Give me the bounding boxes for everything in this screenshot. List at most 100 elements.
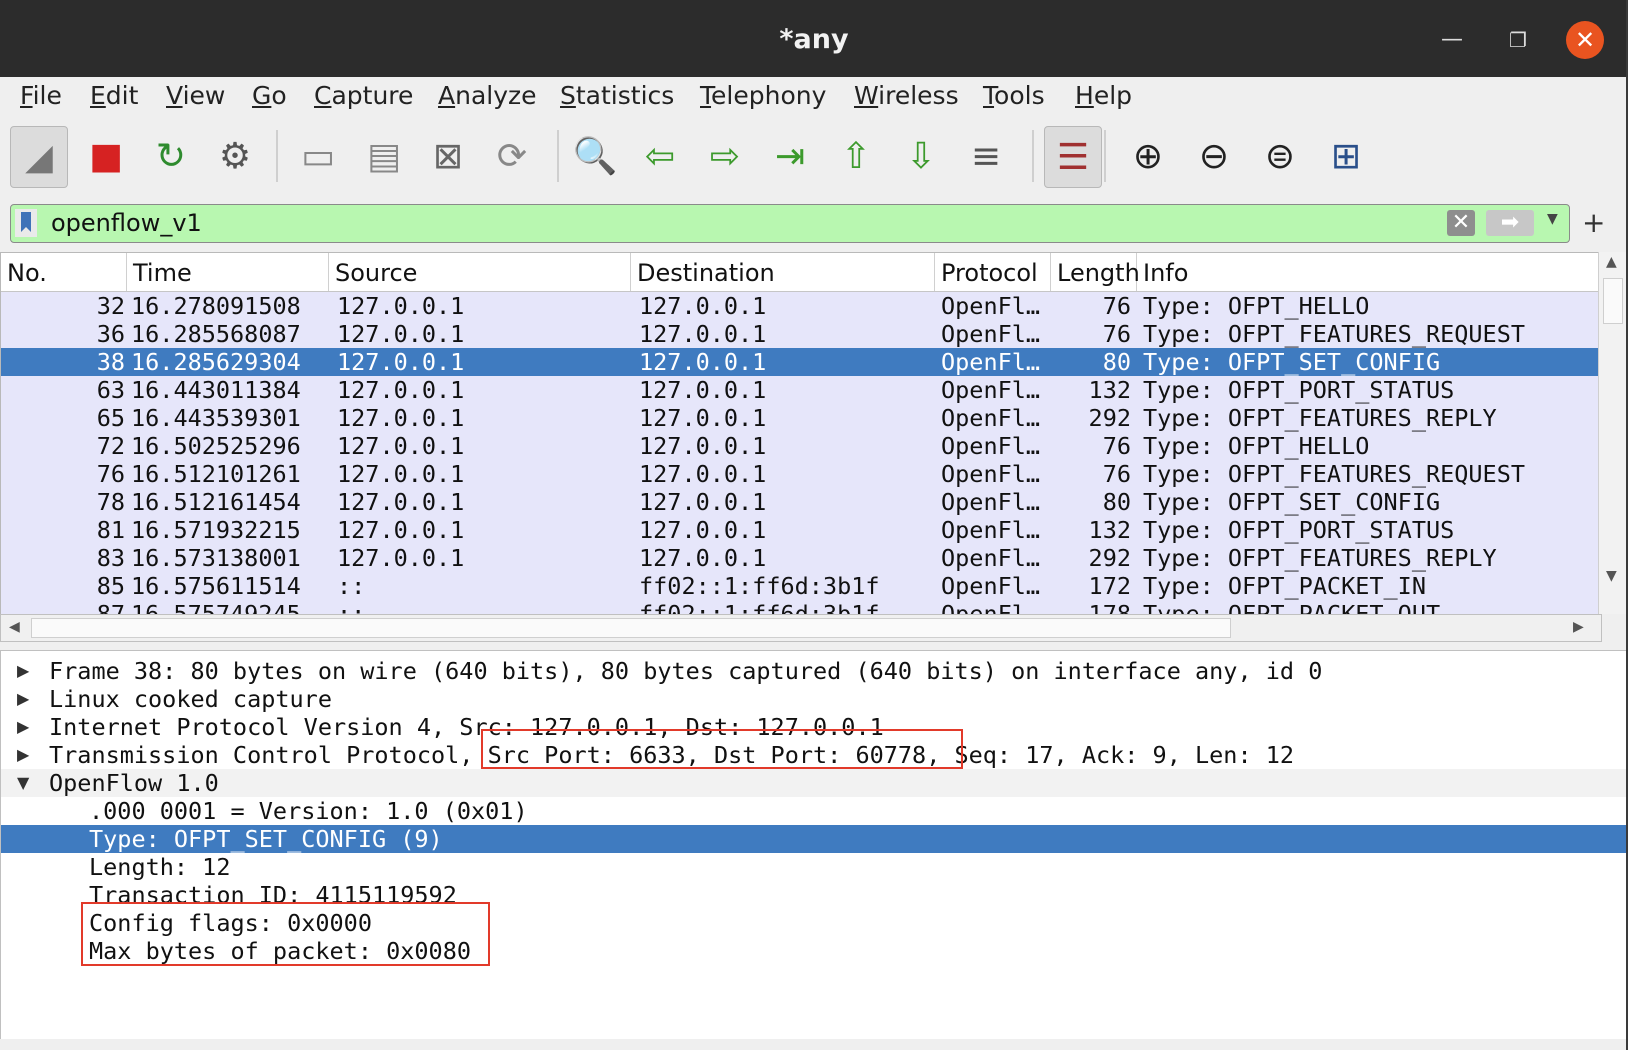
detail-tree-item[interactable]: Transaction ID: 4115119592 [1,881,1627,909]
scroll-right-icon[interactable]: ▶ [1573,619,1584,635]
filter-history-chevron-down-icon[interactable]: ▼ [1547,211,1558,227]
go-first-packet-icon[interactable]: ⇧ [828,126,884,186]
expanded-chevron-down-icon[interactable]: ▼ [17,769,29,797]
column-header-source[interactable]: Source [329,253,631,291]
go-forward-icon[interactable]: ⇨ [697,126,753,186]
packet-row[interactable]: 72 16.502525296 127.0.0.1 127.0.0.1 OpenFl… 7… [1,432,1599,460]
detail-tree-item[interactable]: ▶ Internet Protocol Version 4, Src: 127.0… [1,713,1627,741]
close-icon[interactable]: ✕ [1566,21,1604,59]
menu-help[interactable]: Help [1075,81,1132,110]
detail-tree-label: Type: OFPT_SET_CONFIG (9) [89,825,443,853]
collapsed-chevron-right-icon[interactable]: ▶ [17,741,29,769]
packet-dst-cell: 127.0.0.1 [639,292,767,320]
capture-options-icon[interactable]: ⚙ [207,126,263,186]
display-filter-input[interactable]: openflow_v1 [51,205,202,242]
menu-capture[interactable]: Capture [314,81,413,110]
zoom-normal-icon[interactable]: ⊜ [1252,126,1308,186]
menu-telephony[interactable]: Telephony [700,81,826,110]
scroll-up-icon[interactable]: ▲ [1606,254,1617,270]
toolbar-separator [557,130,559,182]
menu-statistics[interactable]: Statistics [560,81,674,110]
detail-tree-label: Max bytes of packet: 0x0080 [89,937,472,965]
packet-row[interactable]: 78 16.512161454 127.0.0.1 127.0.0.1 OpenFl… 8… [1,488,1599,516]
close-file-icon[interactable]: ⊠ [420,126,476,186]
packet-dst-cell: 127.0.0.1 [639,376,767,404]
collapsed-chevron-right-icon[interactable]: ▶ [17,685,29,713]
packet-row[interactable]: 76 16.512101261 127.0.0.1 127.0.0.1 OpenFl… 7… [1,460,1599,488]
apply-filter-icon[interactable]: ➡ [1486,210,1534,236]
menu-view[interactable]: View [166,81,225,110]
packet-no-cell: 76 [96,460,125,488]
detail-tree-item[interactable]: ▶ Frame 38: 80 bytes on wire (640 bits), … [1,657,1627,685]
packet-row[interactable]: 85 16.575611514:: ff02::1:ff6d:3b1f OpenFl…… [1,572,1599,600]
packet-row[interactable]: 83 16.573138001 127.0.0.1 127.0.0.1 OpenFl… 2… [1,544,1599,572]
column-header-info[interactable]: Info [1137,253,1599,291]
menu-wireless[interactable]: Wireless [854,81,959,110]
detail-tree-item[interactable]: Config flags: 0x0000 [1,909,1627,937]
clear-filter-icon[interactable]: ✕ [1447,210,1475,236]
packet-row[interactable]: 63 16.443011384 127.0.0.1 127.0.0.1 OpenFl… 1… [1,376,1599,404]
packet-info-cell: Type: OFPT_PORT_STATUS [1143,376,1455,404]
detail-tree-item[interactable]: Type: OFPT_SET_CONFIG (9) [1,825,1627,853]
go-back-icon[interactable]: ⇦ [632,126,688,186]
packet-row[interactable]: 36 16.285568087 127.0.0.1 127.0.0.1 OpenFl… 7… [1,320,1599,348]
stop-capture-icon[interactable]: ■ [78,126,134,186]
detail-tree-item[interactable]: ▶ Transmission Control Protocol, Src Port… [1,741,1627,769]
add-filter-button-icon[interactable]: + [1582,204,1605,241]
packet-time-cell: 16.573138001 [131,544,301,572]
detail-tree-item[interactable]: Max bytes of packet: 0x0080 [1,937,1627,965]
packet-list-vertical-scrollbar[interactable]: ▲ ▼ [1598,252,1627,614]
packet-row[interactable]: 81 16.571932215 127.0.0.1 127.0.0.1 OpenFl… 1… [1,516,1599,544]
minimize-icon[interactable]: — [1434,22,1470,58]
find-packet-icon[interactable]: 🔍 [567,126,623,186]
column-header-time[interactable]: Time [127,253,329,291]
vertical-scroll-thumb[interactable] [1603,278,1623,324]
packet-row[interactable]: 65 16.443539301 127.0.0.1 127.0.0.1 OpenFl… 2… [1,404,1599,432]
scroll-down-icon[interactable]: ▼ [1606,568,1617,584]
colorize-icon[interactable]: ☰ [1044,126,1102,188]
filter-bookmark-icon[interactable] [15,209,37,237]
scroll-left-icon[interactable]: ◀ [9,619,20,635]
packet-time-cell: 16.285568087 [131,320,301,348]
wireshark-window: *any — ❐ ✕ File Edit View Go Capture Analyze S… [0,0,1628,1050]
packet-proto-cell: OpenFl… [941,488,1041,516]
go-to-packet-icon[interactable]: ⇥ [762,126,818,186]
detail-tree-item[interactable]: .000 0001 = Version: 1.0 (0x01) [1,797,1627,825]
packet-time-cell: 16.571932215 [131,516,301,544]
restart-capture-icon[interactable]: ↻ [143,126,199,186]
packet-list-horizontal-scrollbar[interactable]: ◀ ▶ [0,614,1602,642]
display-filter-bar[interactable]: openflow_v1 ✕ ➡ ▼ [10,204,1570,243]
menu-tools[interactable]: Tools [983,81,1045,110]
packet-row[interactable]: 38 16.285629304 127.0.0.1 127.0.0.1 OpenFl… 8… [1,348,1599,376]
packet-no-cell: 81 [96,516,125,544]
packet-row[interactable]: 32 16.278091508 127.0.0.1 127.0.0.1 OpenFl… 7… [1,292,1599,320]
open-file-icon[interactable]: ▭ [290,126,346,186]
column-header-destination[interactable]: Destination [631,253,935,291]
detail-tree-label: .000 0001 = Version: 1.0 (0x01) [89,797,528,825]
menu-go[interactable]: Go [252,81,287,110]
detail-tree-item[interactable]: ▼ OpenFlow 1.0 [1,769,1627,797]
detail-tree-item[interactable]: Length: 12 [1,853,1627,881]
column-header-length[interactable]: Length [1051,253,1140,291]
save-file-icon[interactable]: ▤ [356,126,412,186]
zoom-in-icon[interactable]: ⊕ [1120,126,1176,186]
zoom-out-icon[interactable]: ⊖ [1186,126,1242,186]
menu-analyze[interactable]: Analyze [438,81,537,110]
go-last-packet-icon[interactable]: ⇩ [893,126,949,186]
resize-columns-icon[interactable]: ⊞ [1318,126,1374,186]
column-header-protocol[interactable]: Protocol [935,253,1051,291]
reload-file-icon[interactable]: ⟳ [484,126,540,186]
packet-no-cell: 65 [96,404,125,432]
restore-icon[interactable]: ❐ [1500,22,1536,58]
detail-tree-item[interactable]: ▶ Linux cooked capture [1,685,1627,713]
column-header-no[interactable]: No. [1,253,127,291]
menu-file[interactable]: File [20,81,62,110]
collapsed-chevron-right-icon[interactable]: ▶ [17,713,29,741]
horizontal-scroll-thumb[interactable] [31,618,1231,638]
window-title: *any [779,24,849,55]
packet-src-cell: 127.0.0.1 [337,544,465,572]
autoscroll-icon[interactable]: ≡ [958,126,1014,186]
menu-edit[interactable]: Edit [90,81,138,110]
start-capture-icon[interactable]: ◢ [10,126,68,188]
collapsed-chevron-right-icon[interactable]: ▶ [17,657,29,685]
